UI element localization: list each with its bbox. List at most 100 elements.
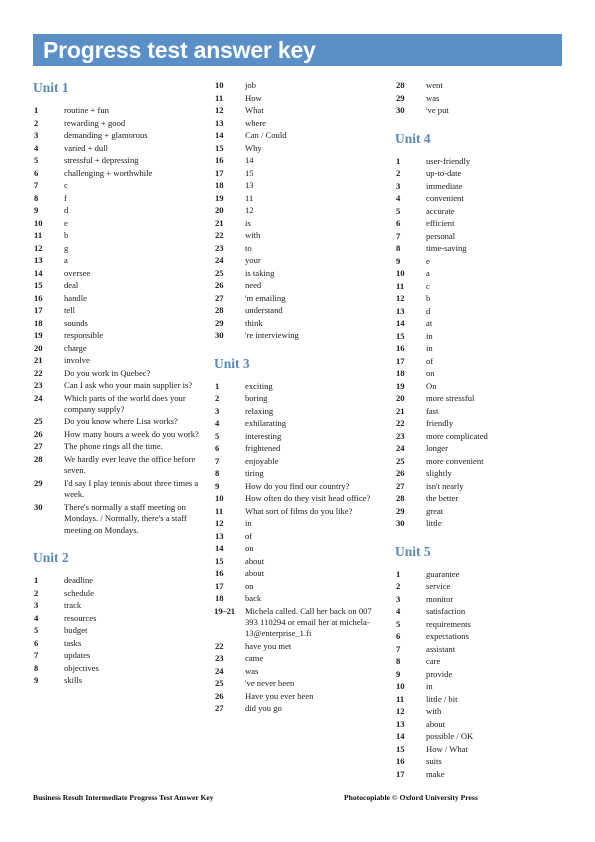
- answer-text: little: [426, 518, 442, 528]
- answer-text: boring: [245, 393, 268, 403]
- answer-row: 5 interesting: [214, 431, 380, 442]
- answer-row: 11 b: [33, 230, 199, 241]
- answer-text: of: [245, 530, 253, 541]
- answer-text: provide: [426, 668, 453, 679]
- answer-text: budget: [64, 625, 88, 636]
- answer-row: 2 boring: [214, 393, 380, 404]
- answer-number: 29: [215, 317, 224, 328]
- answer-text: 're interviewing: [245, 330, 299, 340]
- answer-row: 15 about: [214, 556, 380, 567]
- answer-row: 14 at: [395, 318, 561, 329]
- answer-row: 10 job: [214, 80, 380, 91]
- answer-text: on: [245, 543, 254, 553]
- answer-list: 1 routine + fun 2 rewarding + good 3 demandin…: [33, 105, 199, 536]
- answer-text: What sort of films do you like?: [245, 505, 353, 516]
- answer-row: 4 varied + dull: [33, 143, 199, 154]
- answer-row: 1 user-friendly: [395, 156, 561, 167]
- answer-text: slightly: [426, 468, 452, 478]
- answer-list: 1 exciting 2 boring 3 relaxing 4 exhilarating 5 i…: [214, 381, 380, 715]
- answer-number: 5: [396, 205, 401, 216]
- answer-number: 18: [34, 317, 43, 328]
- answer-number: 23: [34, 380, 43, 390]
- answer-text: g: [64, 242, 69, 253]
- answer-row: 22 friendly: [395, 418, 561, 429]
- answer-number: 3: [215, 405, 220, 416]
- answer-number: 7: [396, 230, 401, 241]
- answer-text: guarantee: [426, 568, 460, 579]
- page-title-bar: Progress test answer key: [33, 34, 562, 66]
- answer-number: 3: [34, 600, 39, 611]
- answer-number: 14: [396, 318, 405, 328]
- answer-row: 7 updates: [33, 650, 199, 661]
- answer-number: 12: [215, 518, 224, 528]
- answer-row: 15 Why: [214, 143, 380, 154]
- answer-text: is taking: [245, 267, 275, 278]
- answer-text: was: [245, 665, 259, 676]
- answer-number: 26: [215, 280, 224, 290]
- answer-text: convenient: [426, 193, 464, 203]
- answer-list: 1 guarantee 2 service 3 monitor 4 satisfaction 5…: [395, 569, 561, 780]
- answer-text: c: [64, 180, 68, 190]
- answer-row: 14 Can / Could: [214, 130, 380, 141]
- answer-row: 17 of: [395, 356, 561, 367]
- answer-text: fast: [426, 405, 439, 416]
- answer-row: 28 the better: [395, 493, 561, 504]
- answer-row: 12 in: [214, 518, 380, 529]
- answer-text: on: [426, 368, 435, 378]
- answer-row: 12 g: [33, 243, 199, 254]
- answer-number: 6: [396, 218, 401, 228]
- answer-list: 1 user-friendly 2 up-to-date 3 immediate 4 conv…: [395, 156, 561, 530]
- answer-text: make: [426, 768, 445, 779]
- answer-text: was: [426, 92, 440, 103]
- answer-row: 8f: [33, 193, 199, 204]
- answer-row: 5 accurate: [395, 206, 561, 217]
- answer-row: 19–21 Michela called. Call her back on 00…: [214, 606, 380, 640]
- answer-number: 28: [396, 80, 405, 90]
- answer-number: 28: [396, 493, 405, 503]
- answer-number: 17: [396, 768, 405, 779]
- answer-text: demanding + glamorous: [64, 130, 148, 140]
- answer-text: friendly: [426, 418, 454, 428]
- answer-number: 10: [215, 80, 224, 90]
- answer-row: 5 stressful + depressing: [33, 155, 199, 166]
- answer-row: 22 with: [214, 230, 380, 241]
- answer-number: 5: [34, 625, 39, 636]
- answer-number: 14: [215, 543, 224, 553]
- unit-heading: Unit 3: [214, 355, 250, 371]
- answer-text: We hardly ever leave the office before s…: [64, 453, 196, 476]
- answer-text: of: [426, 355, 434, 366]
- answer-number: 21: [396, 405, 405, 416]
- answer-number: 10: [396, 681, 405, 691]
- answer-row: 20 more stressful: [395, 393, 561, 404]
- answer-number: 1: [396, 568, 401, 579]
- answer-text: more complicated: [426, 430, 488, 441]
- answer-number: 1: [34, 575, 39, 586]
- answer-row: 6 expectations: [395, 631, 561, 642]
- answer-row: 29 I'd say I play tennis about three time…: [33, 478, 199, 501]
- answer-row: 23 Can I ask who your main supplier is?: [33, 380, 199, 391]
- answer-row: 18 back: [214, 593, 380, 604]
- answer-number: 1: [396, 155, 401, 166]
- answer-number: 30: [34, 501, 43, 512]
- answer-text: 11: [245, 192, 254, 203]
- answer-text: understand: [245, 305, 283, 315]
- answer-row: 19 11: [214, 193, 380, 204]
- answer-text: job: [245, 80, 256, 90]
- answer-row: 12 b: [395, 293, 561, 304]
- answer-text: with: [426, 706, 442, 716]
- answer-row: 7 enjoyable: [214, 456, 380, 467]
- answer-text: b: [426, 293, 431, 303]
- answer-row: 23 more complicated: [395, 431, 561, 442]
- answer-number: 11: [215, 92, 224, 103]
- answer-text: schedule: [64, 587, 95, 598]
- answer-row: 15 deal: [33, 280, 199, 291]
- answer-number: 14: [396, 731, 405, 741]
- answer-number: 19–21: [214, 605, 235, 616]
- answer-number: 22: [34, 367, 43, 378]
- answer-number: 6: [215, 443, 220, 453]
- answer-text: think: [245, 317, 263, 328]
- answer-row: 16 about: [214, 568, 380, 579]
- answer-text: exhilarating: [245, 418, 287, 428]
- answer-number: 2: [34, 587, 39, 598]
- answer-row: 29 was: [395, 93, 561, 104]
